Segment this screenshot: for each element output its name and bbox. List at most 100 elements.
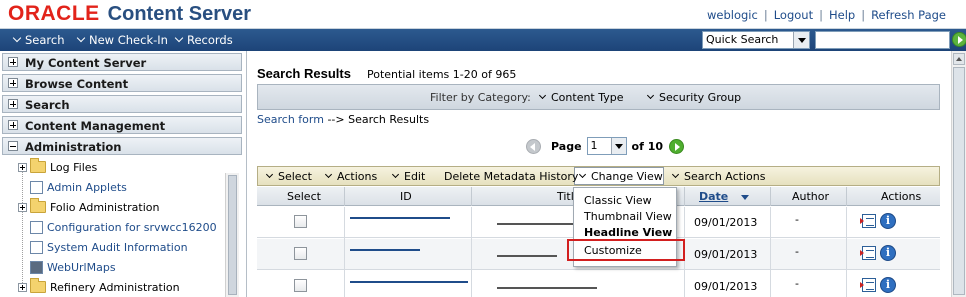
chevron-down-icon: [391, 170, 400, 179]
actions-menu[interactable]: Actions: [324, 170, 377, 183]
refresh-page-link[interactable]: Refresh Page: [871, 8, 946, 22]
toolbar-label: Search Actions: [684, 170, 766, 183]
expand-icon[interactable]: [18, 202, 27, 212]
user-link[interactable]: weblogic: [707, 8, 758, 22]
search-form-link[interactable]: Search form: [257, 113, 324, 126]
sidebar-section-my-content-server[interactable]: My Content Server: [2, 53, 242, 71]
row-select-checkbox[interactable]: [294, 279, 307, 292]
row-date: 09/01/2013: [694, 216, 758, 229]
tree-item-label[interactable]: Configuration for srvwcc16200: [47, 221, 217, 234]
menu-item-thumbnail-view[interactable]: Thumbnail View: [584, 210, 672, 223]
row-select-checkbox[interactable]: [294, 215, 307, 228]
tree-item-log-files[interactable]: Log Files: [18, 158, 98, 175]
breadcrumb: Search form --> Search Results: [257, 113, 429, 126]
tree-item-configuration[interactable]: Configuration for srvwcc16200: [18, 219, 217, 235]
row-date: 09/01/2013: [694, 280, 758, 293]
expand-icon[interactable]: [8, 99, 18, 109]
collapse-icon[interactable]: [8, 141, 18, 151]
chevron-down-icon: [578, 170, 587, 179]
next-page-icon[interactable]: [669, 138, 685, 154]
tree-item-folio-administration[interactable]: Folio Administration: [18, 198, 160, 215]
sidebar-section-administration[interactable]: Administration: [2, 137, 242, 155]
column-header-id[interactable]: ID: [400, 190, 412, 203]
chevron-down-icon: [174, 33, 184, 43]
sidebar-scrollbar[interactable]: [225, 173, 239, 297]
nav-search-menu[interactable]: Search: [12, 33, 65, 47]
expand-icon[interactable]: [8, 57, 18, 67]
info-icon[interactable]: i: [880, 213, 896, 229]
expand-icon[interactable]: [18, 282, 27, 292]
actions-menu-icon[interactable]: [860, 278, 876, 292]
nav-records-menu[interactable]: Records: [174, 33, 233, 47]
sidebar-section-search[interactable]: Search: [2, 95, 242, 113]
previous-page-icon[interactable]: [526, 138, 541, 154]
dropdown-arrow-icon[interactable]: [793, 32, 809, 48]
sidebar-section-label: Content Management: [25, 119, 166, 133]
page-select[interactable]: 1: [586, 137, 627, 155]
select-menu[interactable]: Select: [265, 170, 312, 183]
chevron-down-icon: [646, 91, 655, 100]
info-icon[interactable]: i: [880, 245, 896, 261]
page-icon: [30, 240, 43, 254]
main-scrollbar[interactable]: [951, 51, 966, 297]
tree-item-weburlmaps[interactable]: WebUrlMaps: [18, 259, 116, 275]
nav-new-checkin-menu[interactable]: New Check-In: [76, 33, 168, 47]
tree-item-system-audit-information[interactable]: System Audit Information: [18, 239, 188, 255]
expand-icon[interactable]: [18, 162, 27, 172]
results-count: Potential items 1-20 of 965: [367, 68, 517, 81]
quick-search-selected: Quick Search: [706, 33, 779, 46]
column-header-date-link[interactable]: Date: [699, 190, 728, 203]
product-name: Content Server: [107, 2, 252, 25]
content-id-link[interactable]: [350, 281, 468, 283]
row-select-checkbox[interactable]: [294, 247, 307, 260]
menu-item-classic-view[interactable]: Classic View: [584, 194, 652, 207]
quick-search-input[interactable]: [815, 31, 950, 49]
pager: Page 1 of 10: [526, 137, 685, 155]
sort-descending-icon[interactable]: [740, 194, 749, 200]
tree-item-refinery-administration[interactable]: Refinery Administration: [18, 278, 180, 295]
delete-metadata-history-button[interactable]: Delete Metadata History: [444, 170, 578, 183]
actions-menu-icon[interactable]: [860, 214, 876, 228]
scrollbar-thumb[interactable]: [228, 175, 237, 295]
tree-item-label[interactable]: WebUrlMaps: [47, 261, 116, 274]
scroll-up-icon[interactable]: [953, 53, 965, 65]
column-header-date[interactable]: Date: [699, 190, 749, 203]
sidebar-section-label: My Content Server: [25, 56, 147, 70]
toolbar-label: Select: [278, 170, 312, 183]
nav-records-label: Records: [187, 33, 233, 47]
header-links: weblogic | Logout | Help | Refresh Page: [707, 8, 946, 22]
sidebar-section-content-management[interactable]: Content Management: [2, 116, 242, 134]
sidebar-section-label: Administration: [25, 140, 122, 154]
quick-search-go-icon[interactable]: [952, 32, 966, 47]
expand-icon[interactable]: [8, 120, 18, 130]
title-text: [497, 223, 577, 225]
dropdown-arrow-icon[interactable]: [610, 138, 626, 154]
column-header-author[interactable]: Author: [792, 190, 829, 203]
help-link[interactable]: Help: [829, 8, 855, 22]
info-icon[interactable]: i: [880, 277, 896, 293]
tree-item-admin-applets[interactable]: Admin Applets: [18, 179, 127, 195]
menu-item-headline-view[interactable]: Headline View: [584, 226, 672, 239]
tree-item-label: Log Files: [50, 160, 98, 174]
filter-security-group[interactable]: Security Group: [646, 91, 741, 104]
filter-content-type[interactable]: Content Type: [538, 91, 624, 104]
link-separator: |: [861, 8, 866, 22]
search-actions-menu[interactable]: Search Actions: [671, 170, 766, 183]
sidebar-section-browse-content[interactable]: Browse Content: [2, 74, 242, 92]
scrollbar-thumb[interactable]: [953, 67, 965, 295]
nav-bar: Search New Check-In Records Quick Search: [0, 29, 966, 51]
content-id-link[interactable]: [350, 217, 450, 219]
actions-menu-icon[interactable]: [860, 246, 876, 260]
edit-menu[interactable]: Edit: [391, 170, 425, 183]
quick-search-select[interactable]: Quick Search: [702, 31, 810, 49]
logout-link[interactable]: Logout: [774, 8, 813, 22]
oracle-logo: ORACLE Content Server: [8, 2, 252, 25]
folder-icon: [30, 198, 46, 213]
expand-icon[interactable]: [8, 78, 18, 88]
tree-item-label[interactable]: Admin Applets: [47, 181, 127, 194]
content-id-link[interactable]: [350, 249, 420, 251]
tree-item-label[interactable]: System Audit Information: [47, 241, 188, 254]
page-icon: [30, 220, 43, 234]
change-view-menu[interactable]: Change View: [578, 170, 663, 183]
nav-new-checkin-label: New Check-In: [89, 33, 168, 47]
